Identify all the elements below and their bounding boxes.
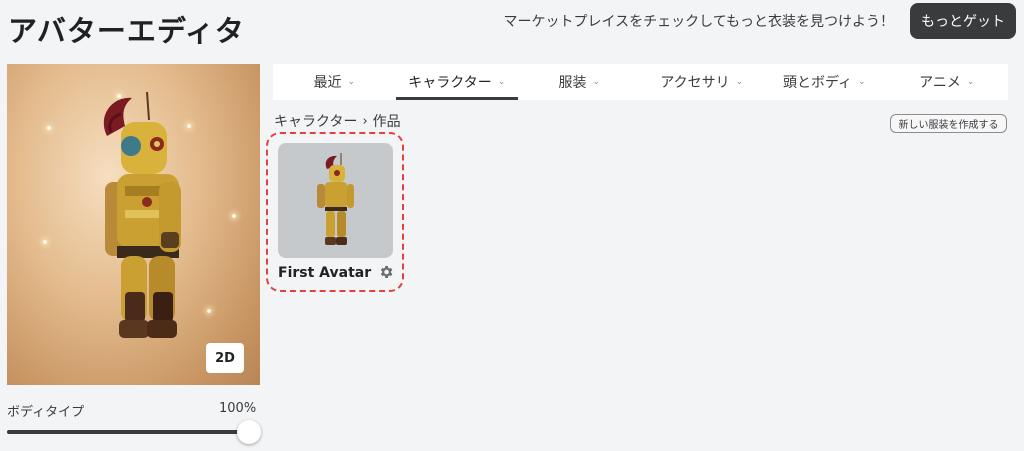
get-more-button[interactable]: もっとゲット [910, 3, 1016, 39]
breadcrumb-separator-icon: › [362, 113, 368, 129]
chevron-down-icon: ⌄ [347, 77, 356, 87]
body-type-slider-thumb[interactable] [237, 420, 261, 444]
page-title: アバターエディタ [8, 14, 245, 48]
sparkle-decoration [187, 124, 191, 128]
sparkle-decoration [43, 240, 47, 244]
body-type-slider-track[interactable] [7, 430, 250, 434]
breadcrumb-current: 作品 [372, 114, 401, 130]
create-outfit-button[interactable]: 新しい服装を作成する [890, 114, 1007, 133]
chevron-down-icon: ⌄ [857, 77, 866, 87]
chevron-down-icon: ⌄ [592, 77, 601, 87]
breadcrumb: キャラクター › 作品 [274, 111, 401, 131]
outfit-name: First Avatar [278, 265, 372, 281]
tab-label: 頭とボディ [782, 75, 852, 91]
body-type-label: ボディタイプ [7, 405, 85, 420]
avatar-3d-figure [103, 91, 181, 338]
chevron-down-icon: ⌄ [966, 77, 975, 87]
tab-accessories[interactable]: アクセサリ ⌄ [641, 64, 764, 100]
outfit-thumbnail [278, 143, 393, 258]
tab-label: アクセサリ [660, 75, 730, 91]
breadcrumb-parent[interactable]: キャラクター [274, 111, 357, 131]
body-type-value: 100% [219, 401, 257, 416]
chevron-down-icon: ⌄ [497, 77, 506, 87]
tab-label: キャラクター [408, 75, 492, 91]
outfit-card[interactable]: First Avatar [278, 143, 394, 289]
tab-recent[interactable]: 最近 ⌄ [273, 64, 396, 100]
outfit-avatar-thumbnail [317, 153, 354, 245]
sparkle-decoration [207, 309, 211, 313]
tab-label: アニメ [919, 75, 961, 91]
sparkle-decoration [47, 126, 51, 130]
tab-label: 最近 [313, 75, 342, 91]
tab-head-and-body[interactable]: 頭とボディ ⌄ [763, 64, 886, 100]
toggle-2d-button[interactable]: 2D [206, 343, 244, 373]
tab-label: 服装 [558, 75, 587, 91]
marketplace-promo-text: マーケットプレイスをチェックしてもっと衣装を見つけよう！ [503, 14, 894, 30]
tab-animations[interactable]: アニメ ⌄ [886, 64, 1009, 100]
tab-clothing[interactable]: 服装 ⌄ [518, 64, 641, 100]
avatar-preview[interactable]: 2D [7, 64, 260, 385]
chevron-down-icon: ⌄ [735, 77, 744, 87]
sparkle-decoration [232, 214, 236, 218]
gear-icon[interactable] [378, 264, 394, 280]
category-tab-bar: 最近 ⌄ キャラクター ⌄ 服装 ⌄ アクセサリ ⌄ 頭とボディ ⌄ アニメ ⌄ [273, 64, 1008, 100]
tab-characters[interactable]: キャラクター ⌄ [395, 64, 519, 100]
